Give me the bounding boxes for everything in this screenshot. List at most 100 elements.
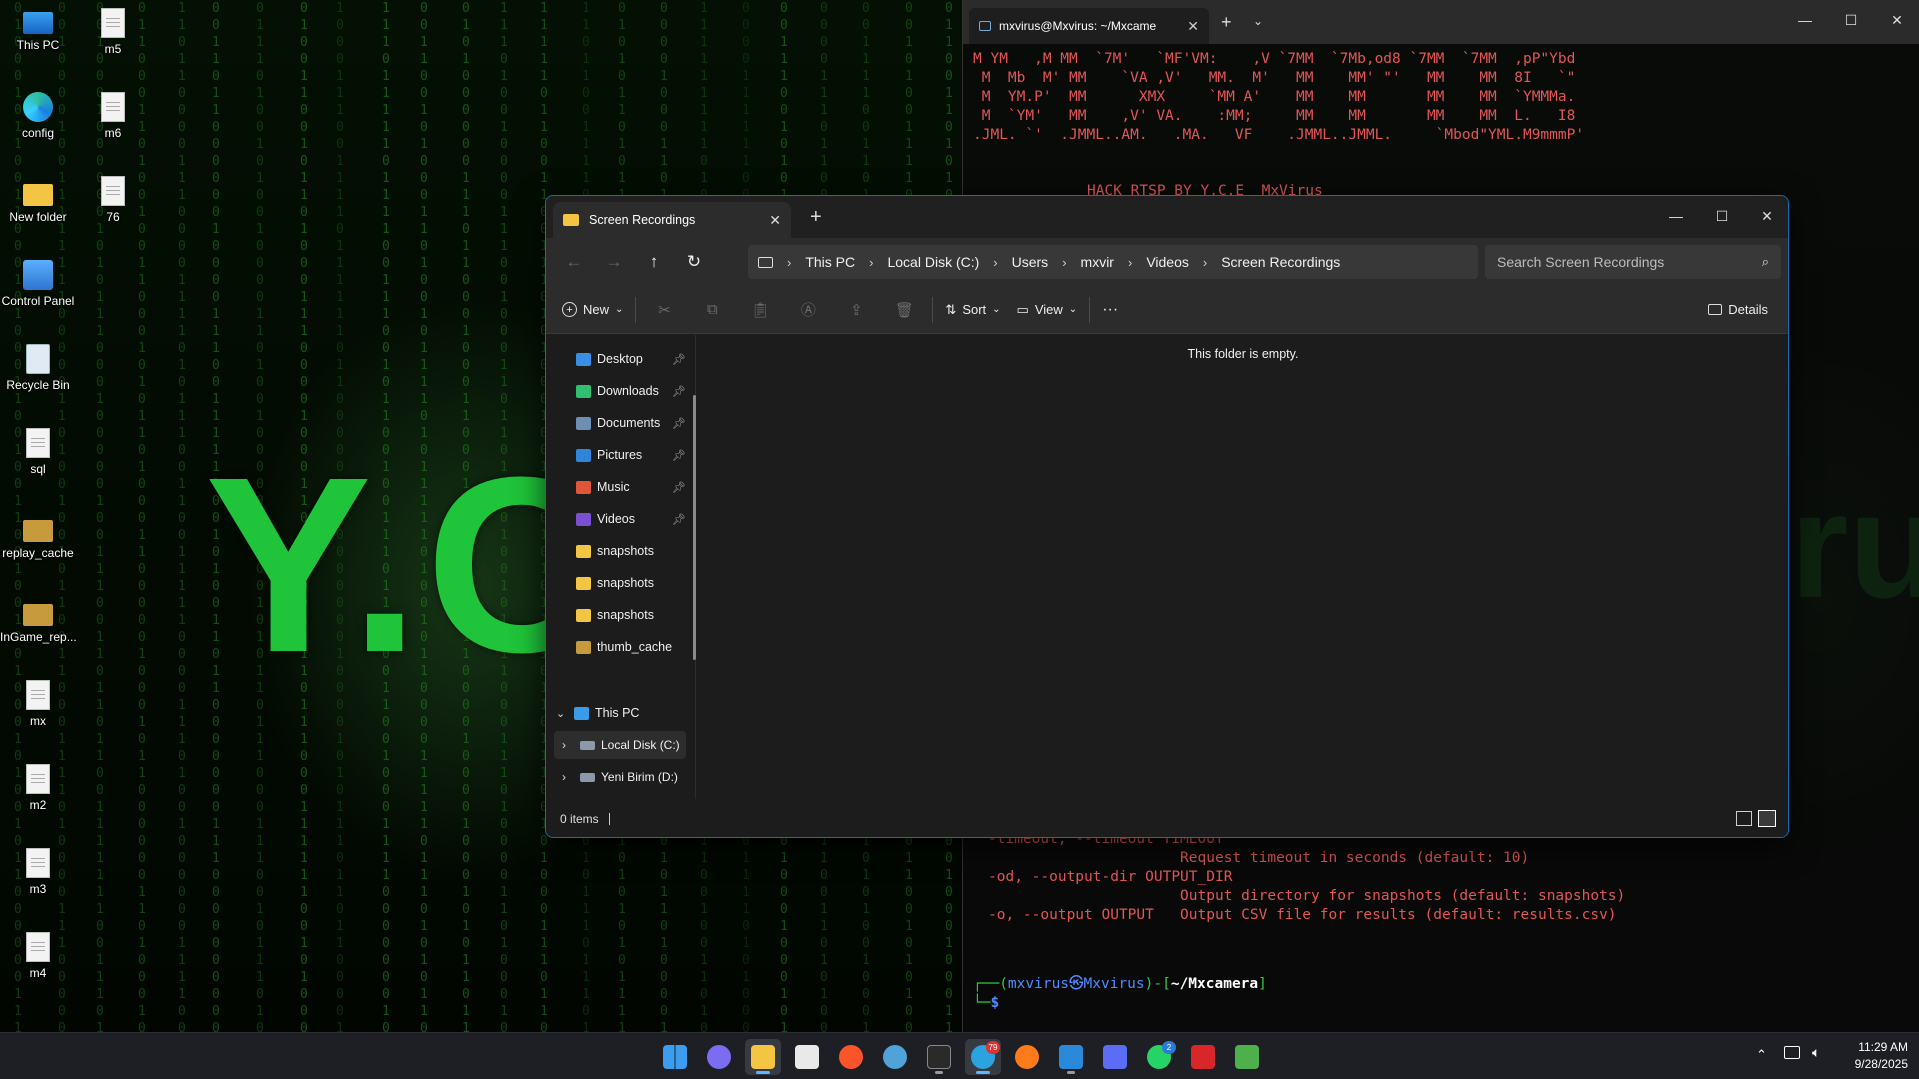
breadcrumb-item[interactable]: Videos bbox=[1146, 254, 1189, 270]
taskbar-bluesky-app[interactable] bbox=[1097, 1039, 1133, 1075]
copy-icon[interactable]: ⧉ bbox=[688, 293, 736, 327]
tab-dropdown-button[interactable]: ⌄ bbox=[1253, 14, 1263, 28]
nav-item-quick-access[interactable]: snapshots bbox=[556, 569, 688, 597]
taskbar-vscode[interactable] bbox=[1053, 1039, 1089, 1075]
cut-icon[interactable]: ✂ bbox=[640, 293, 688, 327]
chevron-right-icon[interactable]: › bbox=[1128, 255, 1132, 270]
minimize-button[interactable]: — bbox=[1653, 196, 1699, 236]
network-icon[interactable] bbox=[1784, 1046, 1800, 1059]
more-options-button[interactable]: ··· bbox=[1094, 293, 1126, 327]
new-tab-button[interactable]: + bbox=[810, 206, 822, 229]
nav-item-quick-access[interactable]: snapshots bbox=[556, 601, 688, 629]
show-hidden-icons-button[interactable]: ⌃ bbox=[1756, 1047, 1767, 1063]
paste-icon[interactable]: 📋︎ bbox=[736, 293, 784, 327]
share-icon[interactable]: ⇪ bbox=[832, 293, 880, 327]
taskbar-copilot[interactable] bbox=[701, 1039, 737, 1075]
address-bar[interactable]: › This PC › Local Disk (C:) › Users › mxvir › Vi… bbox=[748, 245, 1478, 279]
snapshots-folder-icon bbox=[576, 544, 591, 558]
chevron-right-icon[interactable]: › bbox=[869, 255, 873, 270]
desktop-icon[interactable]: m5 bbox=[75, 8, 151, 56]
taskbar-telegram[interactable]: 79 bbox=[965, 1039, 1001, 1075]
view-button[interactable]: ▭ View ⌄ bbox=[1009, 293, 1086, 327]
desktop-icon[interactable]: sql bbox=[0, 428, 76, 476]
new-tab-button[interactable]: + bbox=[1221, 12, 1232, 33]
desktop-icon[interactable]: m4 bbox=[0, 932, 76, 980]
desktop-icon[interactable]: m3 bbox=[0, 848, 76, 896]
taskbar-brave[interactable] bbox=[833, 1039, 869, 1075]
details-view-button[interactable] bbox=[1736, 811, 1752, 826]
nav-item-quick-access[interactable]: snapshots bbox=[556, 537, 688, 565]
refresh-button[interactable]: ↻ bbox=[674, 245, 714, 279]
close-button[interactable]: ✕ bbox=[1874, 0, 1919, 40]
taskbar-terminal[interactable] bbox=[921, 1039, 957, 1075]
explorer-tab[interactable]: Screen Recordings ✕ bbox=[553, 202, 791, 238]
breadcrumb-item[interactable]: This PC bbox=[805, 254, 855, 270]
details-button[interactable]: Details bbox=[1700, 293, 1776, 327]
chevron-down-icon[interactable]: ⌄ bbox=[556, 707, 568, 720]
nav-item-quick-access[interactable]: Music 📌︎ bbox=[556, 473, 688, 501]
navigation-pane[interactable]: Desktop 📌︎ Downloads 📌︎ Documents 📌︎ Pictures 📌… bbox=[546, 335, 696, 799]
close-icon[interactable]: ✕ bbox=[1187, 18, 1199, 35]
shell-prompt-line-2[interactable]: └─$ bbox=[973, 994, 999, 1013]
nav-item-drive[interactable]: › Local Disk (C:) bbox=[554, 731, 686, 759]
rename-icon[interactable]: Ⓐ bbox=[784, 293, 832, 327]
desktop-icon[interactable]: replay_cache bbox=[0, 512, 76, 560]
minimize-button[interactable]: — bbox=[1782, 0, 1828, 40]
file-explorer-window[interactable]: Screen Recordings ✕ + — ☐ ✕ ← → ↑ ↻ › Th… bbox=[545, 195, 1789, 838]
delete-icon[interactable]: 🗑︎ bbox=[880, 293, 928, 327]
desktop-icon[interactable]: InGame_rep... bbox=[0, 596, 77, 644]
nav-item-quick-access[interactable]: Pictures 📌︎ bbox=[556, 441, 688, 469]
close-button[interactable]: ✕ bbox=[1744, 196, 1788, 236]
desktop-icon[interactable]: m6 bbox=[75, 92, 151, 140]
search-input[interactable]: Search Screen Recordings ⌕ bbox=[1485, 245, 1781, 279]
breadcrumb-item[interactable]: Local Disk (C:) bbox=[887, 254, 979, 270]
chevron-right-icon[interactable]: › bbox=[1062, 255, 1066, 270]
nav-item-quick-access[interactable]: Documents 📌︎ bbox=[556, 409, 688, 437]
nav-item-quick-access[interactable]: Desktop 📌︎ bbox=[556, 345, 688, 373]
desktop-icon[interactable]: This PC bbox=[0, 8, 76, 52]
desktop-icon[interactable]: mx bbox=[0, 680, 76, 728]
maximize-button[interactable]: ☐ bbox=[1828, 0, 1874, 40]
nav-item-drive[interactable]: › Yeni Birim (D:) bbox=[554, 763, 686, 791]
desktop-icon[interactable]: m2 bbox=[0, 764, 76, 812]
pin-icon: 📌︎ bbox=[672, 449, 686, 462]
taskbar-firefox[interactable] bbox=[1009, 1039, 1045, 1075]
maximize-button[interactable]: ☐ bbox=[1699, 196, 1745, 236]
breadcrumb-item[interactable]: Screen Recordings bbox=[1221, 254, 1340, 270]
desktop-icon[interactable]: Recycle Bin bbox=[0, 344, 76, 392]
back-button[interactable]: ← bbox=[554, 245, 594, 279]
chevron-right-icon[interactable]: › bbox=[562, 738, 574, 752]
taskbar-steam[interactable] bbox=[877, 1039, 913, 1075]
bin-icon bbox=[26, 344, 50, 374]
desktop-icon[interactable]: config bbox=[0, 92, 76, 140]
chevron-right-icon[interactable]: › bbox=[562, 770, 574, 784]
taskbar-whatsapp[interactable]: 2 bbox=[1141, 1039, 1177, 1075]
breadcrumb-item[interactable]: mxvir bbox=[1081, 254, 1114, 270]
taskbar-start[interactable] bbox=[657, 1039, 693, 1075]
volume-icon[interactable]: 🔈︎ bbox=[1812, 1044, 1820, 1061]
nav-item-quick-access[interactable]: Downloads 📌︎ bbox=[556, 377, 688, 405]
breadcrumb-item[interactable]: Users bbox=[1012, 254, 1049, 270]
file-list-pane[interactable]: This folder is empty. bbox=[696, 335, 1788, 799]
close-icon[interactable]: ✕ bbox=[769, 212, 781, 229]
tiles-view-button[interactable] bbox=[1758, 810, 1776, 827]
matrix-rain-column: 1 1 0 1 1 0 0 0 0 1 1 1 0 0 0 0 1 1 1 1 … bbox=[178, 1, 186, 1032]
forward-button[interactable]: → bbox=[594, 245, 634, 279]
nav-item-this-pc[interactable]: ⌄ This PC bbox=[556, 699, 688, 727]
taskbar-file-explorer[interactable] bbox=[745, 1039, 781, 1075]
chevron-right-icon[interactable]: › bbox=[993, 255, 997, 270]
up-button[interactable]: ↑ bbox=[634, 245, 674, 279]
taskbar-microsoft-store[interactable] bbox=[789, 1039, 825, 1075]
taskbar-filezilla[interactable] bbox=[1185, 1039, 1221, 1075]
sort-button[interactable]: ⇅ Sort ⌄ bbox=[937, 293, 1008, 327]
nav-item-quick-access[interactable]: Videos 📌︎ bbox=[556, 505, 688, 533]
terminal-tab[interactable]: mxvirus@Mxvirus: ~/Mxcame ✕ bbox=[969, 8, 1209, 44]
desktop-icon[interactable]: Control Panel bbox=[0, 260, 76, 308]
desktop-icon[interactable]: New folder bbox=[0, 176, 76, 224]
new-button[interactable]: + New ⌄ bbox=[554, 293, 631, 327]
nav-item-quick-access[interactable]: thumb_cache bbox=[556, 633, 688, 661]
desktop-icon[interactable]: 76 bbox=[75, 176, 151, 224]
taskbar-notepad[interactable] bbox=[1229, 1039, 1265, 1075]
chevron-right-icon[interactable]: › bbox=[1203, 255, 1207, 270]
system-clock[interactable]: 11:29 AM 9/28/2025 bbox=[1836, 1039, 1908, 1073]
